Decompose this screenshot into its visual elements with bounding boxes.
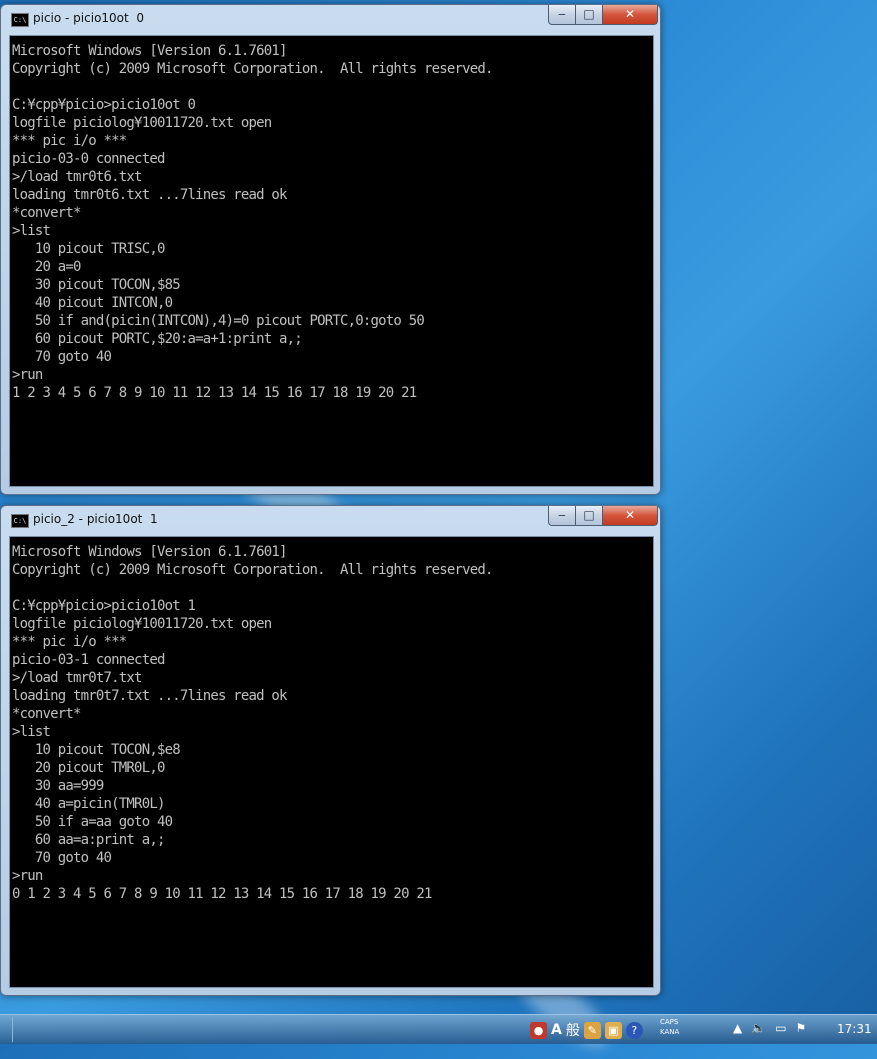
minimize-button[interactable]: ‒ bbox=[548, 506, 576, 526]
console-output[interactable]: Microsoft Windows [Version 6.1.7601] Cop… bbox=[9, 35, 654, 487]
window-title: picio_2 - picio10ot 1 bbox=[33, 512, 158, 526]
ime-icon[interactable]: ● bbox=[530, 1021, 547, 1039]
system-tray: ▲ 🔈 ▭ ⚑ bbox=[733, 1021, 806, 1035]
console-icon: C:\ bbox=[11, 514, 29, 528]
ime-kanji-indicator[interactable]: 般 bbox=[566, 1020, 580, 1040]
taskbar-edge[interactable] bbox=[0, 1017, 13, 1042]
console-icon: C:\ bbox=[11, 13, 29, 27]
ime-pad-icon[interactable]: ✎ bbox=[583, 1021, 601, 1039]
maximize-button[interactable]: □ bbox=[575, 5, 603, 25]
taskbar: ● A 般 ✎ ▣ ? CAPS KANA ▲ 🔈 ▭ ⚑ 17:31 bbox=[0, 1014, 877, 1044]
kana-label: KANA bbox=[660, 1028, 680, 1036]
help-icon[interactable]: ? bbox=[625, 1021, 643, 1039]
window-title: picio - picio10ot 0 bbox=[33, 11, 144, 25]
console-text: Microsoft Windows [Version 6.1.7601] Cop… bbox=[12, 43, 493, 401]
caps-kana-indicator: CAPS KANA bbox=[660, 1017, 679, 1037]
network-icon[interactable]: ▭ bbox=[775, 1021, 786, 1035]
title-bar[interactable]: C:\ picio - picio10ot 0 ‒ □ ✕ bbox=[1, 5, 660, 34]
close-button[interactable]: ✕ bbox=[602, 5, 658, 25]
console-output[interactable]: Microsoft Windows [Version 6.1.7601] Cop… bbox=[9, 536, 654, 988]
caps-label: CAPS bbox=[660, 1018, 679, 1026]
ime-tools-icon[interactable]: ▣ bbox=[604, 1021, 622, 1039]
title-bar[interactable]: C:\ picio_2 - picio10ot 1 ‒ □ ✕ bbox=[1, 506, 660, 535]
console-text: Microsoft Windows [Version 6.1.7601] Cop… bbox=[12, 544, 493, 902]
clock[interactable]: 17:31 bbox=[837, 1022, 872, 1036]
ime-mode-indicator[interactable]: A bbox=[551, 1022, 562, 1038]
volume-icon[interactable]: 🔈 bbox=[751, 1021, 766, 1035]
console-window-1[interactable]: C:\ picio - picio10ot 0 ‒ □ ✕ Microsoft … bbox=[0, 4, 661, 495]
console-window-2[interactable]: C:\ picio_2 - picio10ot 1 ‒ □ ✕ Microsof… bbox=[0, 505, 661, 996]
minimize-button[interactable]: ‒ bbox=[548, 5, 576, 25]
close-button[interactable]: ✕ bbox=[602, 506, 658, 526]
maximize-button[interactable]: □ bbox=[575, 506, 603, 526]
show-hidden-icons[interactable]: ▲ bbox=[733, 1021, 742, 1035]
action-center-icon[interactable]: ⚑ bbox=[796, 1021, 807, 1035]
ime-toolbar: ● A 般 ✎ ▣ ? bbox=[530, 1019, 643, 1041]
